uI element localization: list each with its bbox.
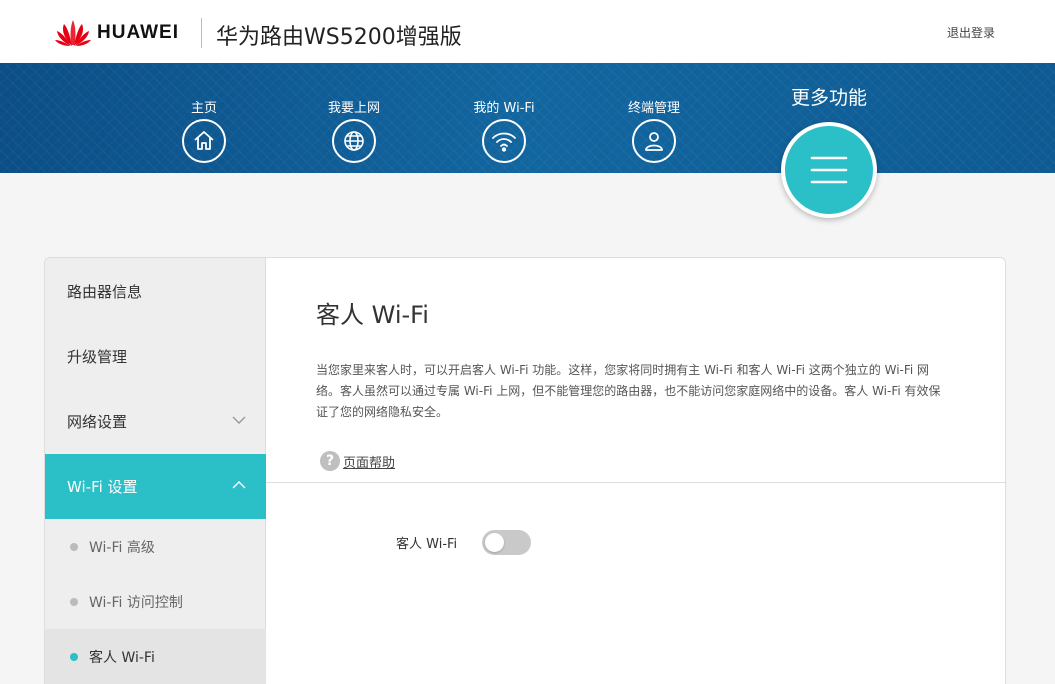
- bullet-dot: [70, 543, 78, 551]
- huawei-petal-icon: [55, 20, 91, 46]
- nav-item-my-wifi[interactable]: 我的 Wi-Fi: [444, 97, 564, 163]
- sidebar-item-router-info[interactable]: 路由器信息: [45, 259, 266, 324]
- bullet-dot: [70, 598, 78, 606]
- more-functions-label: 更多功能: [790, 87, 867, 109]
- nav-item-label: 终端管理: [627, 101, 680, 116]
- sidebar-item-label: Wi-Fi 设置: [67, 478, 138, 496]
- chevron-down-icon: [232, 416, 246, 424]
- nav-item-label: 我的 Wi-Fi: [473, 101, 535, 116]
- page-title: 客人 Wi-Fi: [316, 301, 429, 329]
- sidebar-subitem-label: Wi-Fi 高级: [89, 539, 155, 556]
- page-help-link[interactable]: ? 页面帮助: [320, 451, 395, 471]
- sidebar-subitem-wifi-access-control[interactable]: Wi-Fi 访问控制: [45, 574, 266, 629]
- logout-link[interactable]: 退出登录: [947, 24, 995, 41]
- toggle-knob: [485, 533, 504, 552]
- menu-icon: [810, 156, 848, 184]
- settings-panel: 路由器信息 升级管理 网络设置 Wi-Fi 设置 Wi-Fi 高级 Wi-Fi …: [44, 257, 1006, 684]
- content-area: 客人 Wi-Fi 当您家里来客人时，可以开启客人 Wi-Fi 功能。这样，您家将…: [266, 258, 1005, 684]
- nav-item-label: 主页: [190, 101, 217, 116]
- wifi-icon: [482, 119, 526, 163]
- sidebar-item-upgrade[interactable]: 升级管理: [45, 324, 266, 389]
- globe-icon: [332, 119, 376, 163]
- sidebar-subitem-label: 客人 Wi-Fi: [89, 649, 155, 666]
- huawei-logo: HUAWEI: [55, 19, 179, 47]
- more-functions-button[interactable]: [781, 122, 877, 218]
- guest-wifi-toggle-label: 客人 Wi-Fi: [396, 537, 458, 552]
- sidebar-item-label: 网络设置: [67, 413, 128, 431]
- brand-name: HUAWEI: [97, 22, 179, 43]
- sidebar-subitem-label: Wi-Fi 访问控制: [89, 594, 183, 611]
- chevron-up-icon: [232, 481, 246, 489]
- section-divider: [266, 482, 1005, 483]
- top-header: HUAWEI 华为路由WS5200增强版 退出登录: [0, 0, 1055, 63]
- sidebar-item-wifi-settings[interactable]: Wi-Fi 设置: [45, 454, 266, 519]
- sidebar-item-network[interactable]: 网络设置: [45, 389, 266, 454]
- nav-item-label: 我要上网: [327, 101, 380, 116]
- product-title: 华为路由WS5200增强版: [216, 25, 462, 50]
- sidebar: 路由器信息 升级管理 网络设置 Wi-Fi 设置 Wi-Fi 高级 Wi-Fi …: [45, 258, 266, 684]
- header-divider: [201, 18, 202, 48]
- sidebar-subitem-wifi-advanced[interactable]: Wi-Fi 高级: [45, 519, 266, 574]
- sidebar-item-label: 路由器信息: [67, 283, 143, 301]
- user-icon: [632, 119, 676, 163]
- nav-item-home[interactable]: 主页: [144, 97, 264, 163]
- sidebar-item-label: 升级管理: [67, 348, 128, 366]
- help-icon: ?: [320, 451, 340, 471]
- sidebar-subitem-guest-wifi[interactable]: 客人 Wi-Fi: [45, 629, 266, 684]
- guest-wifi-toggle[interactable]: [482, 530, 531, 555]
- main-nav: 主页 我要上网 我的 Wi-Fi 终端管理 更多功能: [0, 63, 1055, 218]
- home-icon: [182, 119, 226, 163]
- page-help-label: 页面帮助: [343, 455, 396, 471]
- nav-item-devices[interactable]: 终端管理: [594, 97, 714, 163]
- page-description: 当您家里来客人时，可以开启客人 Wi-Fi 功能。这样，您家将同时拥有主 Wi-…: [316, 363, 941, 419]
- bullet-dot: [70, 653, 78, 661]
- nav-item-internet[interactable]: 我要上网: [294, 97, 414, 163]
